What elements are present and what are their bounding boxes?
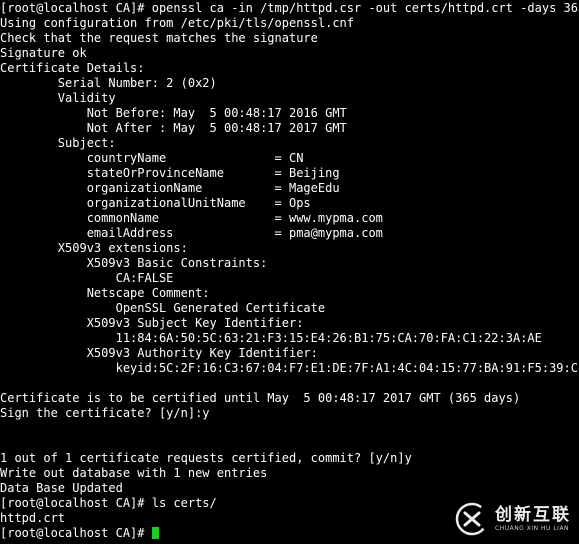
terminal-line: Write out database with 1 new entries	[0, 466, 268, 480]
chuangxin-logo-icon	[455, 502, 489, 536]
terminal-line: CA:FALSE	[0, 271, 174, 285]
terminal-line: X509v3 Subject Key Identifier:	[0, 316, 304, 330]
terminal-line: Netscape Comment:	[0, 286, 210, 300]
terminal-line: Not After : May 5 00:48:17 2017 GMT	[0, 121, 347, 135]
terminal-line: Using configuration from /etc/pki/tls/op…	[0, 16, 355, 30]
terminal-window[interactable]: [root@localhost CA]# openssl ca -in /tmp…	[0, 0, 579, 544]
terminal-line: Not Before: May 5 00:48:17 2016 GMT	[0, 106, 347, 120]
watermark-name-cn: 创新互联	[495, 505, 571, 525]
terminal-line: X509v3 Basic Constraints:	[0, 256, 268, 270]
prompt-text: [root@localhost CA]#	[0, 526, 152, 540]
terminal-line: organizationName = MageEdu	[0, 181, 340, 195]
terminal-line: Signature ok	[0, 46, 87, 60]
terminal-line: Sign the certificate? [y/n]:y	[0, 406, 210, 420]
terminal-line: OpenSSL Generated Certificate	[0, 301, 326, 315]
terminal-line: Certificate Details:	[0, 61, 145, 75]
terminal-line: countryName = CN	[0, 151, 304, 165]
terminal-line: X509v3 Authority Key Identifier:	[0, 346, 318, 360]
text-cursor	[151, 527, 159, 539]
terminal-line: Certificate is to be certified until May…	[0, 391, 521, 405]
terminal-line: Serial Number: 2 (0x2)	[0, 76, 217, 90]
terminal-line: keyid:5C:2F:16:C3:67:04:F7:E1:DE:7F:A1:4…	[0, 361, 579, 375]
terminal-line: emailAddress = pma@mypma.com	[0, 226, 383, 240]
terminal-line: Data Base Updated	[0, 481, 123, 495]
terminal-line: Subject:	[0, 136, 116, 150]
watermark-name-en: CHUANG XIN HU LIAN	[495, 525, 570, 532]
terminal-line: 11:84:6A:50:5C:63:21:F3:15:E4:26:B1:75:C…	[0, 331, 542, 345]
terminal-line: X509v3 extensions:	[0, 241, 188, 255]
terminal-line: Validity	[0, 91, 116, 105]
terminal-line: stateOrProvinceName = Beijing	[0, 166, 340, 180]
brand-watermark: 创新互联 CHUANG XIN HU LIAN	[455, 502, 571, 536]
terminal-line: commonName = www.mypma.com	[0, 211, 383, 225]
terminal-line: Check that the request matches the signa…	[0, 31, 318, 45]
terminal-output: [root@localhost CA]# openssl ca -in /tmp…	[0, 1, 579, 526]
terminal-line: organizationalUnitName = Ops	[0, 196, 311, 210]
terminal-line: [root@localhost CA]# openssl ca -in /tmp…	[0, 1, 579, 15]
terminal-line: 1 out of 1 certificate requests certifie…	[0, 451, 412, 465]
